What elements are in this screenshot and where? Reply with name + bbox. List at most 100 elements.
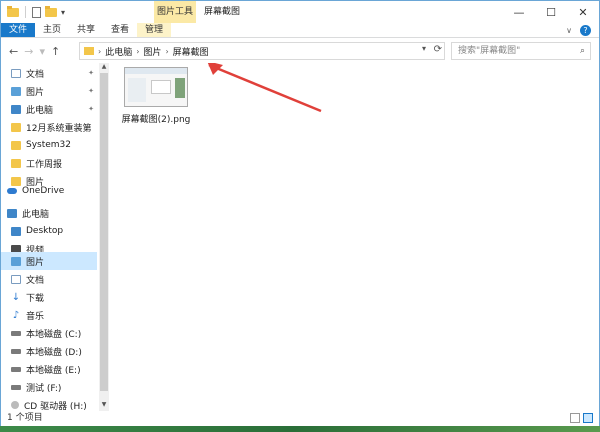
- search-placeholder: 搜索"屏幕截图": [458, 46, 521, 56]
- file-list: 屏幕截图(2).png: [109, 63, 599, 411]
- nav-item-pictures[interactable]: 图片 ✦: [1, 82, 97, 100]
- nav-item-documents-pc[interactable]: 文档: [1, 270, 97, 288]
- pictures-icon: [11, 86, 21, 96]
- title-bar: ▾ 图片工具 屏幕截图 — ☐ ✕: [1, 1, 599, 23]
- new-folder-icon[interactable]: [45, 5, 57, 17]
- nav-item-label: CD 驱动器 (H:): [24, 401, 87, 412]
- nav-item-label: 本地磁盘 (C:): [26, 329, 82, 340]
- chevron-right-icon: ›: [98, 46, 102, 56]
- breadcrumb-pictures[interactable]: 图片: [143, 45, 161, 58]
- drive-icon: [11, 330, 21, 336]
- customize-toolbar-icon[interactable]: ▾: [61, 8, 65, 17]
- address-dropdown-icon[interactable]: ▾: [422, 44, 426, 53]
- nav-item-folder[interactable]: 12月系统重装第: [1, 118, 97, 136]
- nav-item-weekly-report[interactable]: 工作周报: [1, 154, 97, 172]
- computer-icon: [7, 208, 17, 218]
- nav-item-label: 文档: [26, 69, 45, 80]
- nav-item-label: 图片: [26, 87, 45, 98]
- nav-item-drive-e[interactable]: 本地磁盘 (E:): [1, 360, 97, 378]
- folder-icon: [11, 158, 21, 168]
- nav-item-downloads[interactable]: ↓ 下载: [1, 288, 97, 306]
- quick-access-toolbar: ▾: [1, 1, 65, 23]
- annotation-arrow: [207, 63, 322, 113]
- help-icon[interactable]: ?: [580, 24, 591, 36]
- tab-share[interactable]: 共享: [69, 23, 103, 37]
- address-bar[interactable]: › 此电脑 › 图片 › 屏幕截图 ▾ ⟳: [79, 42, 445, 60]
- breadcrumb-screenshots[interactable]: 屏幕截图: [173, 45, 209, 58]
- onedrive-row[interactable]: OneDrive: [1, 182, 97, 200]
- nav-item-label: System32: [26, 140, 72, 150]
- pin-icon: ✦: [88, 69, 94, 77]
- properties-icon[interactable]: [32, 6, 41, 18]
- scroll-down-icon[interactable]: ▼: [99, 401, 109, 411]
- close-button[interactable]: ✕: [567, 1, 599, 23]
- nav-item-label: Desktop: [26, 226, 64, 236]
- navigation-buttons: ← → ▾ ↑: [1, 45, 81, 58]
- pin-icon: ✦: [88, 87, 94, 95]
- download-icon: ↓: [11, 291, 21, 303]
- scrollbar-thumb[interactable]: [100, 73, 108, 391]
- nav-item-documents[interactable]: 文档 ✦: [1, 64, 97, 82]
- nav-item-drive-c[interactable]: 本地磁盘 (C:): [1, 324, 97, 342]
- address-row: ← → ▾ ↑ › 此电脑 › 图片 › 屏幕截图 ▾ ⟳ 搜索"屏幕截图" ⌕: [1, 39, 599, 63]
- nav-item-drive-d[interactable]: 本地磁盘 (D:): [1, 342, 97, 360]
- tab-home[interactable]: 主页: [35, 23, 69, 37]
- expand-ribbon-icon[interactable]: ∨: [566, 26, 572, 35]
- maximize-button[interactable]: ☐: [535, 1, 567, 23]
- tab-view[interactable]: 查看: [103, 23, 137, 37]
- search-icon: ⌕: [579, 46, 585, 56]
- nav-item-label: 下载: [26, 293, 45, 304]
- explorer-window: ▾ 图片工具 屏幕截图 — ☐ ✕ 文件 主页 共享 查看 管理 ∨ ? ← →…: [0, 0, 600, 426]
- nav-item-label: OneDrive: [22, 186, 65, 196]
- nav-item-pictures-selected[interactable]: 图片: [1, 252, 97, 270]
- document-icon: [11, 68, 21, 78]
- arrow-shaft: [208, 63, 322, 113]
- refresh-icon[interactable]: ⟳: [434, 44, 442, 55]
- nav-item-system32[interactable]: System32: [1, 136, 97, 154]
- folder-icon[interactable]: [7, 5, 19, 17]
- context-tab-picture-tools: 图片工具: [154, 1, 196, 23]
- tab-file[interactable]: 文件: [1, 23, 35, 37]
- nav-item-this-pc-root[interactable]: 此电脑: [1, 204, 97, 222]
- folder-icon: [84, 47, 94, 55]
- forward-icon[interactable]: →: [24, 45, 33, 58]
- nav-item-label: 本地磁盘 (D:): [26, 347, 82, 358]
- drive-icon: [11, 348, 21, 354]
- nav-item-cd-drive[interactable]: CD 驱动器 (H:): [1, 396, 97, 411]
- pictures-icon: [11, 256, 21, 266]
- nav-item-label: 音乐: [26, 311, 45, 322]
- nav-pane-scrollbar[interactable]: ▲ ▼: [99, 63, 109, 411]
- scroll-up-icon[interactable]: ▲: [99, 63, 109, 73]
- document-icon: [11, 274, 21, 284]
- drive-icon: [11, 384, 21, 390]
- back-icon[interactable]: ←: [9, 45, 18, 58]
- ribbon-tabs: 文件 主页 共享 查看 管理 ∨ ?: [1, 23, 599, 38]
- window-title: 屏幕截图: [204, 7, 241, 17]
- nav-item-label: 12月系统重装第: [26, 123, 92, 134]
- view-switcher: [570, 413, 593, 423]
- nav-item-label: 此电脑: [22, 209, 50, 220]
- up-icon[interactable]: ↑: [51, 45, 60, 58]
- status-bar: 1 个项目: [1, 411, 599, 426]
- nav-item-music[interactable]: ♪ 音乐: [1, 306, 97, 324]
- details-view-icon[interactable]: [570, 413, 580, 423]
- folder-icon: [11, 122, 21, 132]
- window-controls: — ☐ ✕: [503, 1, 599, 23]
- recent-locations-icon[interactable]: ▾: [39, 45, 45, 58]
- music-icon: ♪: [12, 309, 20, 321]
- nav-item-label: 本地磁盘 (E:): [26, 365, 81, 376]
- search-input[interactable]: 搜索"屏幕截图" ⌕: [451, 42, 591, 60]
- nav-item-this-pc[interactable]: 此电脑 ✦: [1, 100, 97, 118]
- nav-item-desktop[interactable]: Desktop: [1, 222, 97, 240]
- cd-drive-icon: [11, 401, 19, 409]
- nav-item-label: 此电脑: [26, 105, 54, 116]
- nav-item-drive-f[interactable]: 测试 (F:): [1, 378, 97, 396]
- breadcrumb-this-pc[interactable]: 此电脑: [105, 45, 132, 58]
- drive-icon: [11, 366, 21, 372]
- minimize-button[interactable]: —: [503, 1, 535, 23]
- navigation-pane: 文档 ✦ 图片 ✦ 此电脑 ✦ 12月系统重装第 System32 工作周报 图片 O…: [1, 63, 109, 411]
- cloud-icon: [7, 188, 17, 194]
- divider: [25, 6, 26, 18]
- thumbnail-view-icon[interactable]: [583, 413, 593, 423]
- tab-manage[interactable]: 管理: [137, 23, 172, 37]
